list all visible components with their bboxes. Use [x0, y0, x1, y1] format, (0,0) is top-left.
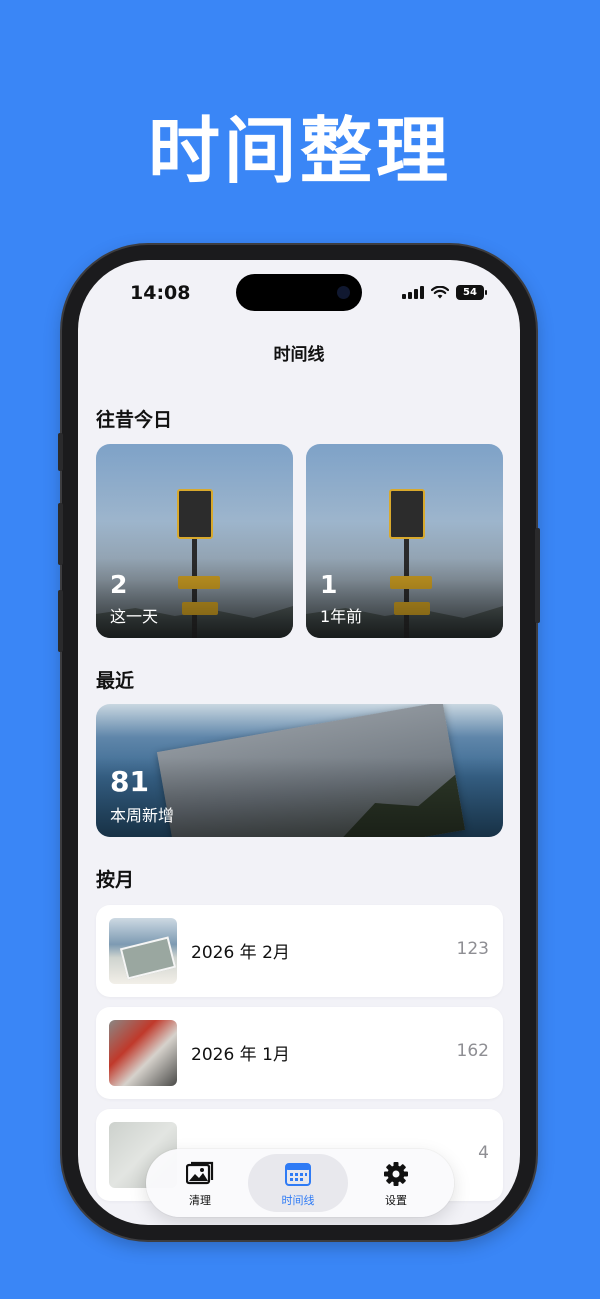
- month-label: 2026 年 2月: [191, 943, 290, 963]
- app-screen: 14:08 54 时间线 往昔今日 2 这一天 1 1年前 最近 81 本周新增…: [78, 260, 520, 1225]
- tab-label: 清理: [189, 1194, 211, 1207]
- section-recent-title: 最近: [96, 670, 135, 692]
- section-on-this-day-title: 往昔今日: [96, 409, 173, 431]
- signal-icon: [402, 286, 424, 299]
- tab-label: 时间线: [281, 1194, 315, 1207]
- dynamic-island: [236, 274, 362, 311]
- recent-card[interactable]: 81 本周新增: [96, 704, 503, 837]
- month-count: 123: [456, 939, 489, 959]
- wifi-icon: [431, 286, 449, 299]
- month-thumbnail: [109, 918, 177, 984]
- tab-settings[interactable]: 设置: [346, 1154, 446, 1212]
- on-this-day-card[interactable]: 1 1年前: [306, 444, 503, 638]
- page-title: 时间线: [273, 345, 325, 365]
- tab-bar: 清理 时间线 设置: [146, 1149, 454, 1217]
- volume-down-button: [58, 590, 63, 652]
- status-time: 14:08: [130, 282, 191, 304]
- month-row[interactable]: 2026 年 1月 162: [96, 1007, 503, 1099]
- phone-frame: 14:08 54 时间线 往昔今日 2 这一天 1 1年前 最近 81 本周新增…: [58, 245, 540, 1240]
- month-count: 4: [478, 1143, 489, 1163]
- camera-icon: [337, 286, 350, 299]
- gear-icon: [384, 1162, 408, 1186]
- power-button: [535, 528, 540, 623]
- month-label: 2026 年 1月: [191, 1045, 290, 1065]
- card-label: 这一天: [110, 607, 159, 626]
- section-by-month-title: 按月: [96, 869, 135, 891]
- month-thumbnail: [109, 1020, 177, 1086]
- card-label: 1年前: [320, 607, 363, 626]
- tab-timeline[interactable]: 时间线: [248, 1154, 348, 1212]
- action-button: [58, 433, 63, 471]
- status-icons: 54: [402, 285, 487, 300]
- tab-label: 设置: [385, 1194, 407, 1207]
- on-this-day-card[interactable]: 2 这一天: [96, 444, 293, 638]
- recent-count: 81: [110, 765, 149, 798]
- month-count: 162: [456, 1041, 489, 1061]
- recent-label: 本周新增: [110, 806, 175, 825]
- signpost-image: [177, 489, 213, 539]
- photo-icon: [186, 1161, 214, 1185]
- banner-title: 时间整理: [147, 109, 452, 193]
- volume-up-button: [58, 503, 63, 565]
- month-row[interactable]: 2026 年 2月 123: [96, 905, 503, 997]
- card-count: 2: [110, 570, 128, 599]
- battery-icon: 54: [456, 285, 487, 300]
- tab-clean[interactable]: 清理: [150, 1154, 250, 1212]
- signpost-image: [389, 489, 425, 539]
- calendar-icon: [285, 1163, 311, 1186]
- card-count: 1: [320, 570, 338, 599]
